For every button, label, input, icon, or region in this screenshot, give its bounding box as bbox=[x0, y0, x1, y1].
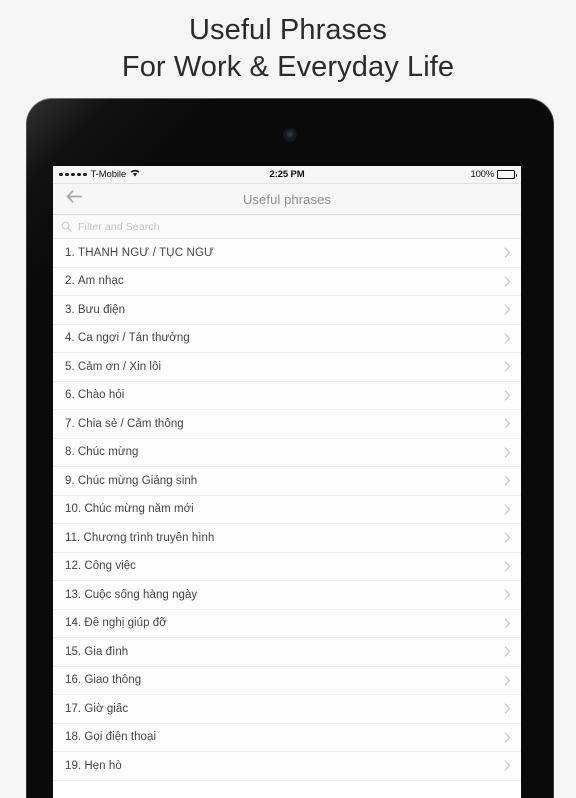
chevron-right-icon bbox=[504, 760, 511, 771]
chevron-right-icon bbox=[504, 475, 511, 486]
chevron-right-icon bbox=[504, 333, 511, 344]
list-item[interactable]: 3. Bưu điện bbox=[53, 296, 521, 325]
chevron-right-icon bbox=[504, 703, 511, 714]
chevron-right-icon bbox=[504, 561, 511, 572]
chevron-right-icon bbox=[504, 646, 511, 657]
chevron-right-icon bbox=[504, 361, 511, 372]
list-item[interactable]: 12. Công việc bbox=[53, 552, 521, 581]
list-item-label: 7. Chia sẻ / Cảm thông bbox=[65, 417, 184, 430]
arrow-left-icon bbox=[66, 190, 83, 208]
chevron-right-icon bbox=[504, 418, 511, 429]
status-bar-time: 2:25 PM bbox=[269, 169, 305, 180]
list-item-label: 14. Đề nghị giúp đỡ bbox=[65, 617, 167, 630]
list-item[interactable]: 14. Đề nghị giúp đỡ bbox=[53, 609, 521, 638]
chevron-right-icon bbox=[504, 532, 511, 543]
device-screen: T-Mobile 2:25 PM 100% Useful phrases Fil… bbox=[53, 166, 521, 798]
phrase-category-list: 1. THÀNH NGỮ / TỤC NGỮ 2. Âm nhạc 3. Bưu đ… bbox=[53, 239, 521, 781]
navigation-bar: Useful phrases bbox=[53, 184, 521, 215]
list-item[interactable]: 17. Giờ giấc bbox=[53, 695, 521, 724]
back-button[interactable] bbox=[53, 190, 95, 208]
search-bar[interactable]: Filter and Search bbox=[53, 215, 521, 239]
search-input[interactable]: Filter and Search bbox=[78, 221, 160, 233]
list-item[interactable]: 11. Chương trình truyền hình bbox=[53, 524, 521, 553]
list-item-label: 15. Gia đình bbox=[65, 645, 129, 658]
list-item-label: 5. Cảm ơn / Xin lỗi bbox=[65, 360, 162, 373]
list-item[interactable]: 18. Gọi điện thoại bbox=[53, 723, 521, 752]
list-item[interactable]: 9. Chúc mừng Giáng sinh bbox=[53, 467, 521, 496]
promo-title-line-1: Useful Phrases bbox=[188, 14, 388, 46]
chevron-right-icon bbox=[504, 589, 511, 600]
chevron-right-icon bbox=[504, 447, 511, 458]
list-item[interactable]: 2. Âm nhạc bbox=[53, 267, 521, 296]
list-item-label: 10. Chúc mừng năm mới bbox=[65, 503, 194, 516]
list-item[interactable]: 10. Chúc mừng năm mới bbox=[53, 495, 521, 524]
list-item[interactable]: 15. Gia đình bbox=[53, 638, 521, 667]
search-icon bbox=[61, 221, 72, 232]
list-item[interactable]: 8. Chúc mừng bbox=[53, 438, 521, 467]
chevron-right-icon bbox=[504, 675, 511, 686]
list-item-label: 19. Hẹn hò bbox=[65, 759, 122, 772]
list-item-label: 18. Gọi điện thoại bbox=[65, 731, 157, 744]
list-item-label: 9. Chúc mừng Giáng sinh bbox=[65, 474, 198, 487]
chevron-right-icon bbox=[504, 304, 511, 315]
list-item-label: 1. THÀNH NGỮ / TỤC NGỮ bbox=[65, 246, 215, 259]
list-item-label: 2. Âm nhạc bbox=[65, 275, 124, 288]
list-item-label: 4. Ca ngợi / Tán thưởng bbox=[65, 332, 190, 345]
list-item-label: 3. Bưu điện bbox=[65, 303, 126, 316]
list-item[interactable]: 13. Cuộc sống hàng ngày bbox=[53, 581, 521, 610]
list-item[interactable]: 6. Chào hỏi bbox=[53, 381, 521, 410]
chevron-right-icon bbox=[504, 247, 511, 258]
list-item[interactable]: 16. Giao thông bbox=[53, 666, 521, 695]
promo-header: Useful Phrases For Work & Everyday Life bbox=[0, 0, 576, 96]
status-bar-right: 100% bbox=[470, 169, 517, 180]
list-item-label: 8. Chúc mừng bbox=[65, 446, 139, 459]
front-camera-icon bbox=[285, 130, 295, 140]
list-item-label: 6. Chào hỏi bbox=[65, 389, 125, 402]
list-item[interactable]: 4. Ca ngợi / Tán thưởng bbox=[53, 324, 521, 353]
chevron-right-icon bbox=[504, 276, 511, 287]
list-item-label: 11. Chương trình truyền hình bbox=[65, 531, 215, 544]
chevron-right-icon bbox=[504, 390, 511, 401]
chevron-right-icon bbox=[504, 732, 511, 743]
battery-full-icon bbox=[497, 170, 517, 179]
promo-title-line-2: For Work & Everyday Life bbox=[121, 51, 455, 83]
tablet-device-frame: T-Mobile 2:25 PM 100% Useful phrases Fil… bbox=[26, 98, 554, 798]
list-item-label: 13. Cuộc sống hàng ngày bbox=[65, 588, 198, 601]
list-item[interactable]: 19. Hẹn hò bbox=[53, 752, 521, 781]
list-item-label: 16. Giao thông bbox=[65, 674, 142, 687]
list-item-label: 17. Giờ giấc bbox=[65, 702, 129, 715]
list-item[interactable]: 5. Cảm ơn / Xin lỗi bbox=[53, 353, 521, 382]
battery-percent-label: 100% bbox=[470, 169, 495, 180]
page-title: Useful phrases bbox=[242, 191, 332, 207]
list-item-label: 12. Công việc bbox=[65, 560, 136, 573]
status-bar: T-Mobile 2:25 PM 100% bbox=[53, 166, 521, 184]
chevron-right-icon bbox=[504, 618, 511, 629]
list-item[interactable]: 1. THÀNH NGỮ / TỤC NGỮ bbox=[53, 239, 521, 268]
list-item[interactable]: 7. Chia sẻ / Cảm thông bbox=[53, 410, 521, 439]
chevron-right-icon bbox=[504, 504, 511, 515]
